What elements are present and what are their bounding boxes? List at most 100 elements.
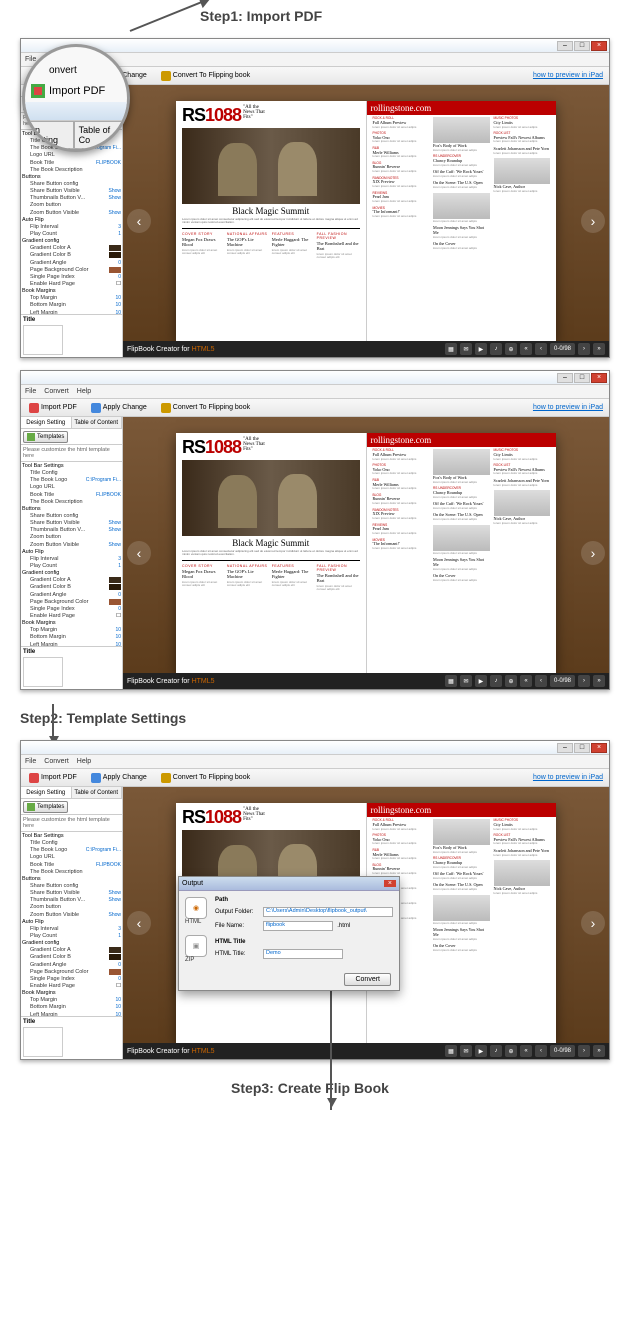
tab-toc[interactable]: Table of Content <box>72 417 123 428</box>
convert-button[interactable]: Convert To Flipping book <box>157 401 254 415</box>
import-pdf-button[interactable]: Import PDF <box>25 771 81 785</box>
apply-change-button[interactable]: Apply Change <box>87 401 151 415</box>
maximize-button[interactable]: □ <box>574 41 590 51</box>
prev-button[interactable]: ‹ <box>535 1045 547 1057</box>
next-page-button[interactable]: › <box>581 541 605 565</box>
minimize-button[interactable]: – <box>557 41 573 51</box>
player-bar: FlipBook Creator for HTML5 ▦ ✉ ▶ ♪ ⊕ « ‹… <box>123 673 609 689</box>
filename-input[interactable]: flipbook <box>263 921 333 931</box>
page-right: rollingstone.com ROCK & ROLLFall Album P… <box>367 433 557 673</box>
apply-change-button[interactable]: Apply Change <box>87 771 151 785</box>
page-left: RS1088"All the News That Fits" Black Mag… <box>176 101 367 341</box>
prev-button[interactable]: ‹ <box>535 343 547 355</box>
zoom-button[interactable]: ⊕ <box>505 343 517 355</box>
autoflip-button[interactable]: ▶ <box>475 675 487 687</box>
player-bar: FlipBook Creator for HTML5 ▦ ✉ ▶ ♪ ⊕ « ‹… <box>123 341 609 357</box>
thumbnails-button[interactable]: ▦ <box>445 675 457 687</box>
last-page-button[interactable]: » <box>593 675 605 687</box>
output-html-option[interactable]: ◉ <box>185 897 207 919</box>
share-button[interactable]: ✉ <box>460 1045 472 1057</box>
first-page-button[interactable]: « <box>520 675 532 687</box>
next-button[interactable]: › <box>578 675 590 687</box>
convert-button[interactable]: Convert To Flipping book <box>157 771 254 785</box>
sidebar-hint: Please customize the html template here <box>21 445 122 462</box>
prev-button[interactable]: ‹ <box>535 675 547 687</box>
settings-tree[interactable]: Tool Bar Settings Title Config The Book … <box>21 832 122 1016</box>
menu-help[interactable]: Help <box>77 758 91 765</box>
next-page-button[interactable]: › <box>581 911 605 935</box>
tab-toc[interactable]: Table of Content <box>72 787 123 798</box>
ipad-preview-link[interactable]: how to preview in iPad <box>533 404 603 411</box>
templates-button[interactable]: Templates <box>23 801 68 813</box>
maximize-button[interactable]: □ <box>574 373 590 383</box>
convert-button[interactable]: Convert To Flipping book <box>157 69 254 83</box>
sound-button[interactable]: ♪ <box>490 343 502 355</box>
html-title-input[interactable]: Demo <box>263 949 343 959</box>
arrow-step3 <box>330 984 332 1110</box>
output-zip-option[interactable]: ▣ <box>185 935 207 957</box>
close-button[interactable]: × <box>591 373 607 383</box>
sound-button[interactable]: ♪ <box>490 675 502 687</box>
zoom-button[interactable]: ⊕ <box>505 675 517 687</box>
prev-page-button[interactable]: ‹ <box>127 911 151 935</box>
flipbook[interactable]: RS1088"All the News That Fits" Black Mag… <box>176 433 556 673</box>
share-button[interactable]: ✉ <box>460 343 472 355</box>
tab-design-setting[interactable]: Design Setting <box>21 417 72 428</box>
prev-page-button[interactable]: ‹ <box>127 541 151 565</box>
step3-label: Step3: Create Flip Book <box>0 1072 620 1104</box>
templates-button[interactable]: Templates <box>23 431 68 443</box>
dialog-close-button[interactable]: × <box>384 880 396 887</box>
close-button[interactable]: × <box>591 743 607 753</box>
menu-file[interactable]: File <box>25 758 36 765</box>
menu-convert[interactable]: Convert <box>44 388 69 395</box>
output-folder-input[interactable]: C:\Users\Admin\Desktop\flipbook_output\ <box>263 907 393 917</box>
dialog-convert-button[interactable]: Convert <box>344 973 391 986</box>
last-page-button[interactable]: » <box>593 343 605 355</box>
tab-design-setting[interactable]: Design Setting <box>21 787 72 798</box>
convert-icon <box>161 403 171 413</box>
convert-icon <box>161 773 171 783</box>
thumbnails-button[interactable]: ▦ <box>445 1045 457 1057</box>
toolbar: Import PDF Apply Change Convert To Flipp… <box>21 769 609 787</box>
share-button[interactable]: ✉ <box>460 675 472 687</box>
titlebar: – □ × <box>21 39 609 53</box>
next-button[interactable]: › <box>578 343 590 355</box>
magnifier-zoom: onvert Import PDF gn Setting Table of Co <box>22 44 130 152</box>
ipad-preview-link[interactable]: how to preview in iPad <box>533 72 603 79</box>
convert-icon <box>161 71 171 81</box>
settings-sidebar: Design Setting Table of Content Template… <box>21 417 123 689</box>
prev-page-button[interactable]: ‹ <box>127 209 151 233</box>
last-page-button[interactable]: » <box>593 1045 605 1057</box>
templates-icon <box>27 803 35 811</box>
step2-label: Step2: Template Settings <box>0 702 620 734</box>
next-page-button[interactable]: › <box>581 209 605 233</box>
dialog-title: Output <box>182 880 203 887</box>
import-pdf-icon <box>31 84 45 98</box>
menu-convert[interactable]: Convert <box>44 758 69 765</box>
first-page-button[interactable]: « <box>520 1045 532 1057</box>
flipbook[interactable]: RS1088"All the News That Fits" Black Mag… <box>176 101 556 341</box>
import-pdf-button[interactable]: Import PDF <box>25 401 81 415</box>
thumbnails-button[interactable]: ▦ <box>445 343 457 355</box>
menu-help[interactable]: Help <box>77 388 91 395</box>
minimize-button[interactable]: – <box>557 743 573 753</box>
menu-file[interactable]: File <box>25 388 36 395</box>
settings-tree[interactable]: Tool Bar Settings Title Config The Book … <box>21 130 122 314</box>
autoflip-button[interactable]: ▶ <box>475 343 487 355</box>
close-button[interactable]: × <box>591 41 607 51</box>
first-page-button[interactable]: « <box>520 343 532 355</box>
minimize-button[interactable]: – <box>557 373 573 383</box>
ipad-preview-link[interactable]: how to preview in iPad <box>533 774 603 781</box>
templates-icon <box>27 433 35 441</box>
menu-bar: File Convert Help <box>21 385 609 399</box>
autoflip-button[interactable]: ▶ <box>475 1045 487 1057</box>
app-window-2: – □ × File Convert Help Import PDF Apply… <box>20 370 610 690</box>
sound-button[interactable]: ♪ <box>490 1045 502 1057</box>
next-button[interactable]: › <box>578 1045 590 1057</box>
output-dialog: Output× ◉ HTML ▣ ZIP Path Output Folder:… <box>178 876 400 991</box>
zoom-button[interactable]: ⊕ <box>505 1045 517 1057</box>
step1-label: Step1: Import PDF <box>0 0 620 32</box>
import-pdf-button-zoom[interactable]: Import PDF <box>25 80 127 102</box>
maximize-button[interactable]: □ <box>574 743 590 753</box>
settings-tree[interactable]: Tool Bar Settings Title Config The Book … <box>21 462 122 646</box>
